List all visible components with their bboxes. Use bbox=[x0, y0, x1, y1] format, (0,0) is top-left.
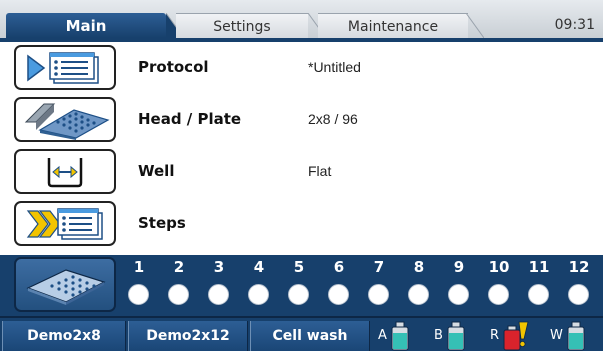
well-column-7[interactable] bbox=[368, 284, 389, 305]
steps-button[interactable] bbox=[14, 201, 116, 246]
bottle-b-label: B bbox=[434, 328, 443, 343]
column-number: 12 bbox=[568, 258, 590, 276]
flat-well-icon bbox=[47, 157, 83, 187]
tab-divider bbox=[466, 13, 484, 38]
bottle-r-label: R bbox=[490, 328, 500, 343]
well-column-6[interactable] bbox=[328, 284, 349, 305]
column-number: 3 bbox=[213, 258, 225, 276]
column-number: 2 bbox=[173, 258, 185, 276]
column-number: 5 bbox=[293, 258, 305, 276]
well-column-1[interactable] bbox=[128, 284, 149, 305]
well-row: Well Flat bbox=[0, 146, 603, 198]
column-number: 9 bbox=[453, 258, 465, 276]
cell-wash-button[interactable]: Cell wash bbox=[250, 321, 370, 351]
well-button[interactable] bbox=[14, 149, 116, 194]
steps-row: Steps bbox=[0, 198, 603, 250]
bottom-bar: Demo2x8 Demo2x12 Cell wash A B R W bbox=[0, 316, 603, 351]
bottle-warning-icon bbox=[503, 321, 529, 350]
steps-list-icon bbox=[26, 207, 103, 240]
well-label: Well bbox=[138, 162, 175, 180]
protocol-list-icon bbox=[27, 51, 99, 84]
bottle-a-label: A bbox=[378, 328, 387, 343]
well-column-3[interactable] bbox=[208, 284, 229, 305]
tab-maintenance[interactable]: Maintenance bbox=[318, 13, 468, 39]
tab-settings[interactable]: Settings bbox=[176, 13, 308, 39]
head-plate-value: 2x8 / 96 bbox=[308, 111, 358, 127]
column-number: 6 bbox=[333, 258, 345, 276]
bottle-w-label: W bbox=[550, 328, 563, 343]
demo2x12-button[interactable]: Demo2x12 bbox=[128, 321, 248, 351]
well-column-5[interactable] bbox=[288, 284, 309, 305]
bottle-icon bbox=[447, 321, 465, 350]
bottle-icon bbox=[567, 321, 585, 350]
head-plate-label: Head / Plate bbox=[138, 110, 242, 128]
column-number: 10 bbox=[488, 258, 510, 276]
tab-bar: Main Settings Maintenance 09:31 bbox=[0, 0, 603, 39]
column-number: 8 bbox=[413, 258, 425, 276]
well-column-8[interactable] bbox=[408, 284, 429, 305]
head-plate-row: Head / Plate 2x8 / 96 bbox=[0, 94, 603, 146]
well-column-4[interactable] bbox=[248, 284, 269, 305]
plate-icon bbox=[26, 268, 106, 305]
well-strip: 1 2 3 4 5 6 7 8 9 10 11 12 bbox=[0, 255, 603, 316]
column-number: 1 bbox=[133, 258, 145, 276]
head-plate-button[interactable] bbox=[14, 97, 116, 142]
well-column-2[interactable] bbox=[168, 284, 189, 305]
column-number: 4 bbox=[253, 258, 265, 276]
plate-select-button[interactable] bbox=[14, 257, 116, 312]
head-plate-icon bbox=[24, 103, 110, 140]
well-column-10[interactable] bbox=[488, 284, 509, 305]
bottle-b[interactable]: B bbox=[434, 320, 466, 351]
bottle-r[interactable]: R bbox=[490, 320, 530, 351]
well-column-9[interactable] bbox=[448, 284, 469, 305]
bottle-icon bbox=[391, 321, 409, 350]
well-column-12[interactable] bbox=[568, 284, 589, 305]
well-column-11[interactable] bbox=[528, 284, 549, 305]
well-value: Flat bbox=[308, 163, 332, 179]
protocol-row: Protocol *Untitled bbox=[0, 42, 603, 94]
protocol-button[interactable] bbox=[14, 45, 116, 90]
column-number: 7 bbox=[373, 258, 385, 276]
tab-main[interactable]: Main bbox=[6, 13, 166, 38]
main-panel: Protocol *Untitled Head / Plate 2x8 / 96 bbox=[0, 38, 603, 258]
demo2x8-button[interactable]: Demo2x8 bbox=[2, 321, 126, 351]
protocol-label: Protocol bbox=[138, 58, 209, 76]
protocol-value: *Untitled bbox=[308, 59, 361, 75]
steps-label: Steps bbox=[138, 214, 186, 232]
clock: 09:31 bbox=[554, 17, 595, 33]
bottle-a[interactable]: A bbox=[378, 320, 410, 351]
column-number: 11 bbox=[528, 258, 550, 276]
bottle-w[interactable]: W bbox=[550, 320, 586, 351]
